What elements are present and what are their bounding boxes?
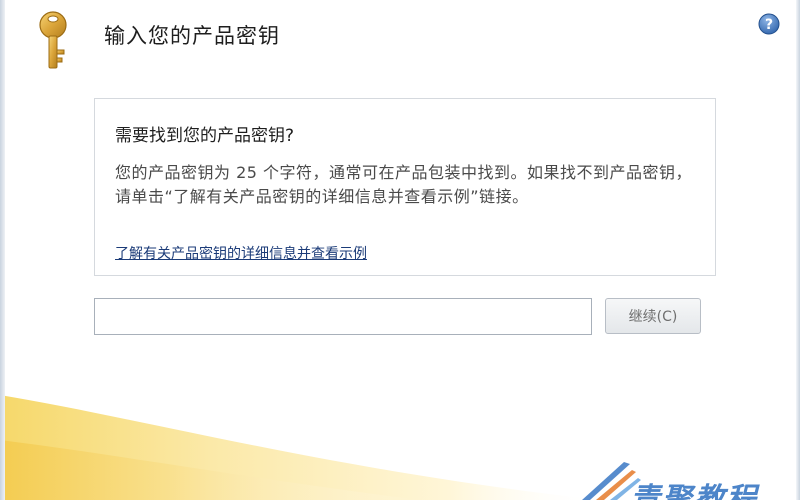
- window-right-edge: [796, 0, 800, 500]
- learn-more-link[interactable]: 了解有关产品密钥的详细信息并查看示例: [115, 243, 367, 263]
- window-left-edge: [0, 0, 5, 500]
- product-key-input[interactable]: [94, 298, 592, 335]
- dialog-title: 输入您的产品密钥: [104, 24, 280, 48]
- key-icon: [39, 11, 67, 69]
- watermark-text: 青聚教程: [630, 482, 758, 500]
- info-description: 您的产品密钥为 25 个字符，通常可在产品包装中找到。如果找不到产品密钥，请单击…: [115, 163, 693, 206]
- info-heading: 需要找到您的产品密钥?: [115, 126, 295, 146]
- continue-button[interactable]: 继续(C): [605, 298, 701, 334]
- help-question-icon[interactable]: ?: [758, 13, 780, 35]
- svg-text:?: ?: [765, 17, 773, 33]
- product-key-dialog: 输入您的产品密钥 ? 需要找到您的产品密钥? 您的产品密钥为 25 个字符，通常…: [0, 0, 800, 500]
- find-key-info-panel: 需要找到您的产品密钥? 您的产品密钥为 25 个字符，通常可在产品包装中找到。如…: [94, 98, 716, 276]
